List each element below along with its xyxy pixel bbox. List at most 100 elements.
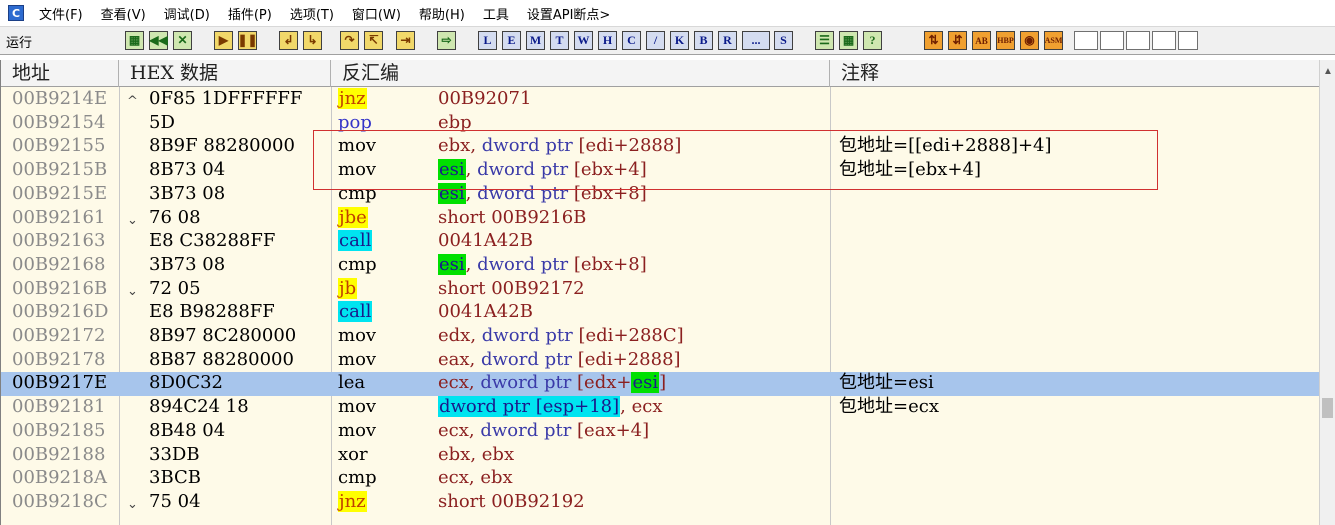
log-window-button[interactable]: L [478,31,497,50]
window-icon[interactable]: ▦ [839,31,858,50]
plugin2-icon[interactable]: ⇵ [948,31,967,50]
operand-cell: ecx, dword ptr [edx+esi] [438,372,666,396]
handles-window-button[interactable]: H [598,31,617,50]
table-row[interactable]: 00B9218C ⌄ 75 04 jnz short 00B92192 [1,490,1319,515]
operand-text: esi, dword ptr [ebx+8] [438,253,647,275]
references-window-button[interactable]: R [718,31,737,50]
hbp-icon[interactable]: HBP [996,31,1015,50]
operand-cell: short 00B9216B [438,207,586,231]
hex-cell: E8 B98288FF [149,301,275,323]
menu-tools[interactable]: 工具 [474,4,518,23]
mnemonic-cell: lea [338,372,365,396]
menu-file[interactable]: 文件(F) [30,4,92,23]
windows-window-button[interactable]: W [574,31,593,50]
mnemonic-text: cmp [338,467,377,489]
toolbar-blank-button[interactable] [1152,31,1176,50]
run-trace-window-button[interactable]: ... [742,31,770,50]
table-row[interactable]: 00B92161 ⌄ 76 08 jbe short 00B9216B [1,206,1319,231]
column-header-address[interactable]: 地址 [1,60,119,87]
open-icon[interactable]: ▦ [125,31,144,50]
table-row[interactable]: 00B92154 5D pop ebp [1,112,1319,136]
menu-set-api-breakpoint[interactable]: 设置API断点> [518,4,619,23]
patches-window-button[interactable]: / [646,31,665,50]
table-row[interactable]: 00B92188 33DB xor ebx, ebx [1,444,1319,468]
cpu-window-button[interactable]: C [622,31,641,50]
menu-view[interactable]: 查看(V) [92,4,155,23]
table-row[interactable]: 00B92155 8B9F 88280000 mov ebx, dword ptr [… [1,135,1319,159]
comment-cell: 包地址=ecx [839,396,939,418]
execute-till-return-icon[interactable]: ⇥ [396,31,415,50]
pause-icon[interactable]: ❚❚ [237,31,258,50]
mnemonic-cell: jb [338,277,358,302]
menu-window[interactable]: 窗口(W) [343,4,410,23]
table-row[interactable]: 00B9218A 3BCB cmp ecx, ebx [1,467,1319,491]
mnemonic-cell: call [338,230,373,254]
table-row[interactable]: 00B9215B 8B73 04 mov esi, dword ptr [ebx+4]… [1,159,1319,183]
address-cell: 00B9214E [12,88,108,109]
threads-window-button[interactable]: T [550,31,569,50]
table-row[interactable]: 00B9217E 8D0C32 lea ecx, dword ptr [edx+esi… [1,372,1319,397]
table-row[interactable]: 00B9216B ⌄ 72 05 jb short 00B92172 [1,277,1319,302]
app-icon[interactable]: C [8,5,24,21]
run-icon[interactable]: ▶ [214,31,233,50]
menu-plugins[interactable]: 插件(P) [219,4,281,23]
hex-cell: 3BCB [149,467,202,489]
vertical-scrollbar[interactable]: ▲ [1319,60,1335,525]
menu-debug[interactable]: 调试(D) [155,4,219,23]
mnemonic-text: mov [338,325,377,346]
hex-cell: 894C24 18 [149,396,249,418]
mnemonic-text: jb [338,277,358,299]
column-header-comment[interactable]: 注释 [830,60,1319,87]
modules-window-button[interactable]: E [502,31,521,50]
table-row[interactable]: 00B92185 8B48 04 mov ecx, dword ptr [eax+4] [1,420,1319,444]
table-row[interactable]: 00B92178 8B87 88280000 mov eax, dword ptr [… [1,349,1319,373]
operand-cell: ecx, dword ptr [eax+4] [438,420,649,444]
ab-icon[interactable]: AB [972,31,991,50]
scroll-up-icon[interactable]: ▲ [1323,66,1333,77]
source-window-button[interactable]: S [774,31,793,50]
operand-text: ebx, ebx [438,443,515,465]
table-row[interactable]: 00B9214E ^ 0F85 1DFFFFFF jnz 00B92071 [1,88,1319,112]
breakpoints-window-button[interactable]: B [694,31,713,50]
toolbar-blank-button[interactable] [1178,31,1198,50]
hex-cell: E8 C38288FF [149,230,276,252]
trace-over-icon[interactable]: ↸ [364,31,383,50]
menu-help[interactable]: 帮助(H) [410,4,474,23]
trace-into-icon[interactable]: ↷ [340,31,359,50]
menu-options[interactable]: 选项(T) [281,4,343,23]
address-cell: 00B92154 [12,111,106,133]
memory-window-button[interactable]: M [526,31,545,50]
toolbar-blank-button[interactable] [1100,31,1124,50]
column-header-disassembly[interactable]: 反汇编 [331,60,830,87]
mnemonic-text: cmp [338,253,377,275]
mnemonic-text: xor [338,443,368,465]
table-row[interactable]: 00B92181 894C24 18 mov dword ptr [esp+18], … [1,396,1319,420]
bp-icon[interactable]: ◉ [1020,31,1039,50]
call-stack-window-button[interactable]: K [670,31,689,50]
goto-icon[interactable]: ⇨ [437,31,456,50]
table-row[interactable]: 00B92163 E8 C38288FF call 0041A42B [1,230,1319,254]
asm-icon[interactable]: ASM [1044,31,1063,50]
operand-text: ebx, dword ptr [edi+2888] [438,135,682,157]
help-icon[interactable]: ? [863,31,882,50]
plugin-icon[interactable]: ⇅ [924,31,943,50]
column-header-hex[interactable]: HEX 数据 [119,60,331,87]
restart-icon[interactable]: ◀◀ [149,31,168,50]
table-row[interactable]: 00B9215E 3B73 08 cmp esi, dword ptr [ebx+8] [1,182,1319,207]
hex-cell: 8B97 8C280000 [149,325,297,346]
hex-cell: 76 08 [149,206,201,228]
mnemonic-cell: mov [338,349,376,373]
step-over-icon[interactable]: ↳ [303,31,322,50]
list-icon[interactable]: ☰ [815,31,834,50]
operand-cell: ebx, ebx [438,444,514,468]
mnemonic-text: mov [338,419,377,441]
step-into-icon[interactable]: ↲ [279,31,298,50]
disassembly-table[interactable]: 地址 HEX 数据 反汇编 注释 00B9214E ^ 0F85 1DFFFFFF j… [0,60,1319,525]
table-row[interactable]: 00B9216D E8 B98288FF call 0041A42B [1,301,1319,325]
table-row[interactable]: 00B92172 8B97 8C280000 mov edx, dword ptr [… [1,325,1319,349]
scroll-thumb[interactable] [1322,398,1333,418]
toolbar-blank-button[interactable] [1074,31,1098,50]
toolbar-blank-button[interactable] [1126,31,1150,50]
table-row[interactable]: 00B92168 3B73 08 cmp esi, dword ptr [ebx+8] [1,253,1319,278]
close-icon[interactable]: ✕ [173,31,192,50]
